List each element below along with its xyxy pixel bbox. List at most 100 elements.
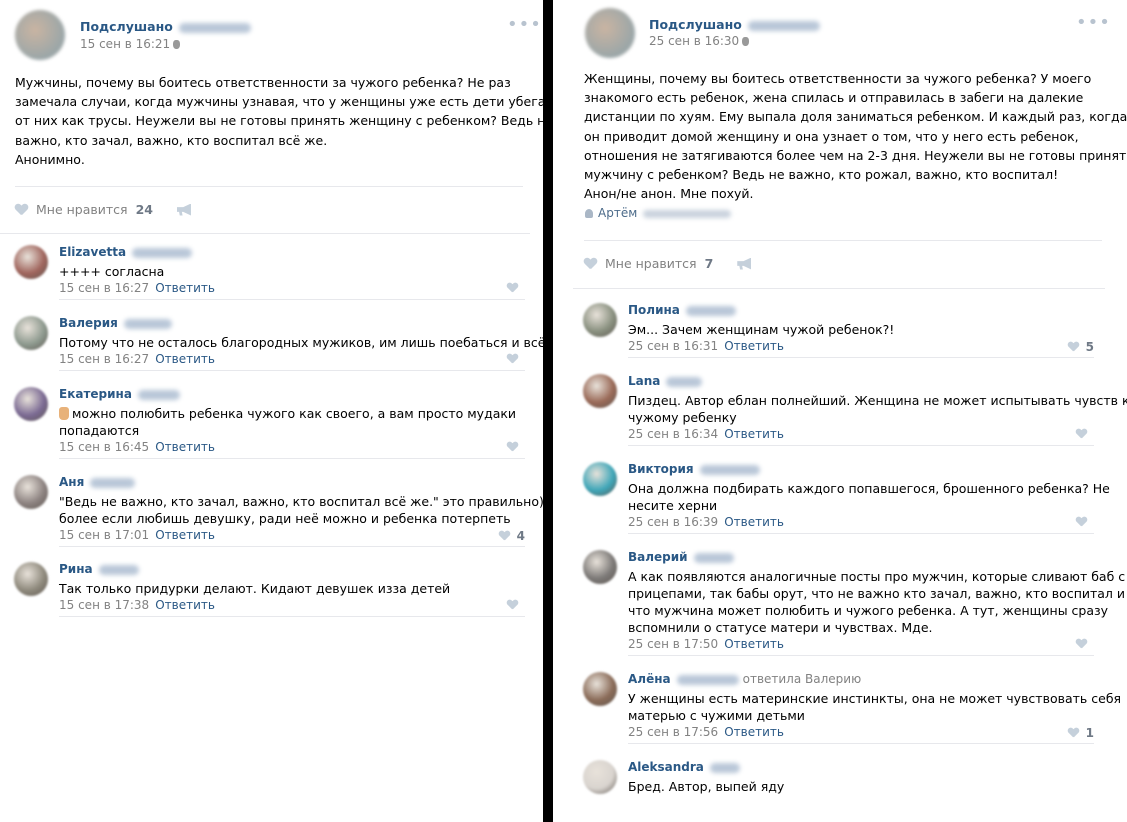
comment-meta: 25 сен в 17:56 Ответить <box>628 725 784 739</box>
post-text-line: от них как трусы. Неужели вы не готовы п… <box>15 113 543 129</box>
comment-text-line: попадаются <box>59 422 516 439</box>
comment-like-button[interactable]: 4 <box>498 529 525 543</box>
comment-separator <box>628 445 1094 446</box>
comment-text: А как появляются аналогичные посты про м… <box>628 568 1125 636</box>
comment-date[interactable]: 25 сен в 16:31 <box>628 339 718 353</box>
like-button[interactable]: Мне нравится 7 <box>584 256 752 271</box>
commenter-name[interactable]: Lana <box>628 374 703 388</box>
like-button[interactable]: Мне нравится 24 <box>15 202 191 217</box>
commenter-name[interactable]: Аня <box>59 475 136 489</box>
commenter-name[interactable]: Elizavetta <box>59 245 193 259</box>
heart-icon <box>1076 429 1087 439</box>
commenter-name-text[interactable]: Полина <box>628 303 680 317</box>
comment-like-button[interactable] <box>1075 428 1094 440</box>
reply-link[interactable]: Ответить <box>724 427 784 441</box>
commenter-name-text[interactable]: Валерия <box>59 316 118 330</box>
like-count: 24 <box>135 202 153 217</box>
commenter-name-text[interactable]: Lana <box>628 374 660 388</box>
reply-link[interactable]: Ответить <box>155 281 215 295</box>
post-text: Женщины, почему вы боитесь ответственнос… <box>584 69 1127 203</box>
comment-text-span: Бред. Автор, выпей яду <box>628 779 785 794</box>
blurred-name <box>132 247 193 258</box>
blurred-name <box>666 376 703 387</box>
group-avatar[interactable] <box>15 10 65 60</box>
post-date[interactable]: 25 сен в 16:30 <box>649 34 750 48</box>
comment-date[interactable]: 25 сен в 16:34 <box>628 427 718 441</box>
comment-like-button[interactable] <box>506 599 525 611</box>
reply-link[interactable]: Ответить <box>724 637 784 651</box>
commenter-avatar[interactable] <box>583 462 617 496</box>
comment-like-button[interactable] <box>1075 516 1094 528</box>
comment-text-line: Потому что не осталось благородных мужик… <box>59 334 543 351</box>
comment-like-button[interactable] <box>506 353 525 365</box>
commenter-avatar[interactable] <box>583 550 617 584</box>
comment-like-button[interactable]: 1 <box>1067 726 1094 740</box>
comment-like-button[interactable] <box>506 441 525 453</box>
commenter-avatar[interactable] <box>583 760 617 794</box>
post-text-line: Женщины, почему вы боитесь ответственнос… <box>584 71 1092 86</box>
commenter-name[interactable]: Алёна ответила Валерию <box>628 672 861 686</box>
comment-like-button[interactable]: 5 <box>1067 340 1094 354</box>
comment-date[interactable]: 25 сен в 17:50 <box>628 637 718 651</box>
reply-link[interactable]: Ответить <box>724 515 784 529</box>
reply-link[interactable]: Ответить <box>155 440 215 454</box>
blurred-name <box>676 674 739 685</box>
commenter-avatar[interactable] <box>583 303 617 337</box>
commenter-avatar[interactable] <box>14 316 48 350</box>
commenter-avatar[interactable] <box>14 475 48 509</box>
reply-to-label[interactable]: ответила Валерию <box>743 672 862 686</box>
commenter-name[interactable]: Екатерина <box>59 387 180 401</box>
blurred-name <box>685 305 736 316</box>
person-icon <box>585 209 593 218</box>
group-name[interactable]: Подслушано <box>80 19 251 34</box>
comment-date[interactable]: 15 сен в 17:01 <box>59 528 149 542</box>
commenter-avatar[interactable] <box>583 672 617 706</box>
comment-date[interactable]: 25 сен в 16:39 <box>628 515 718 529</box>
commenter-name-text[interactable]: Виктория <box>628 462 694 476</box>
commenter-avatar[interactable] <box>583 374 617 408</box>
comment-like-button[interactable] <box>506 282 525 294</box>
comment-separator <box>59 616 525 617</box>
comment-date[interactable]: 15 сен в 17:38 <box>59 598 149 612</box>
commenter-name-text[interactable]: Aleksandra <box>628 760 704 774</box>
share-icon[interactable] <box>737 257 752 270</box>
commenter-name[interactable]: Рина <box>59 562 139 576</box>
commenter-name-text[interactable]: Elizavetta <box>59 245 126 259</box>
more-options-icon[interactable]: ••• <box>1076 14 1111 32</box>
reply-link[interactable]: Ответить <box>724 339 784 353</box>
post-text: Мужчины, почему вы боитесь ответственнос… <box>15 73 543 169</box>
commenter-name[interactable]: Полина <box>628 303 736 317</box>
commenter-name[interactable]: Валерия <box>59 316 172 330</box>
blurred-name <box>137 389 180 400</box>
commenter-name[interactable]: Aleksandra <box>628 760 740 774</box>
reply-link[interactable]: Ответить <box>724 725 784 739</box>
comment-date[interactable]: 15 сен в 16:27 <box>59 352 149 366</box>
comment-like-button[interactable] <box>1075 638 1094 650</box>
commenter-name[interactable]: Валерий <box>628 550 734 564</box>
commenter-name-text[interactable]: Валерий <box>628 550 688 564</box>
comment-text-line: Она должна подбирать каждого попавшегося… <box>628 480 1110 497</box>
post-signer[interactable]: Артём <box>585 206 732 220</box>
comment-text-span: несите херни <box>628 498 718 513</box>
reply-link[interactable]: Ответить <box>155 352 215 366</box>
post-date[interactable]: 15 сен в 16:21 <box>80 37 181 51</box>
reply-link[interactable]: Ответить <box>155 598 215 612</box>
share-icon[interactable] <box>176 203 191 216</box>
reply-link[interactable]: Ответить <box>155 528 215 542</box>
more-options-icon[interactable]: ••• <box>507 16 542 34</box>
commenter-avatar[interactable] <box>14 245 48 279</box>
commenter-name[interactable]: Виктория <box>628 462 760 476</box>
group-avatar[interactable] <box>585 8 635 58</box>
group-name[interactable]: Подслушано <box>649 17 820 32</box>
comment-date[interactable]: 15 сен в 16:45 <box>59 440 149 454</box>
comment-date[interactable]: 25 сен в 17:56 <box>628 725 718 739</box>
comment-meta: 15 сен в 17:38 Ответить <box>59 598 215 612</box>
comment-date[interactable]: 15 сен в 16:27 <box>59 281 149 295</box>
commenter-avatar[interactable] <box>14 387 48 421</box>
commenter-avatar[interactable] <box>14 562 48 596</box>
commenter-name-text[interactable]: Рина <box>59 562 93 576</box>
commenter-name-text[interactable]: Алёна <box>628 672 671 686</box>
commenter-name-text[interactable]: Аня <box>59 475 84 489</box>
commenter-name-text[interactable]: Екатерина <box>59 387 132 401</box>
comment-separator <box>628 533 1094 534</box>
